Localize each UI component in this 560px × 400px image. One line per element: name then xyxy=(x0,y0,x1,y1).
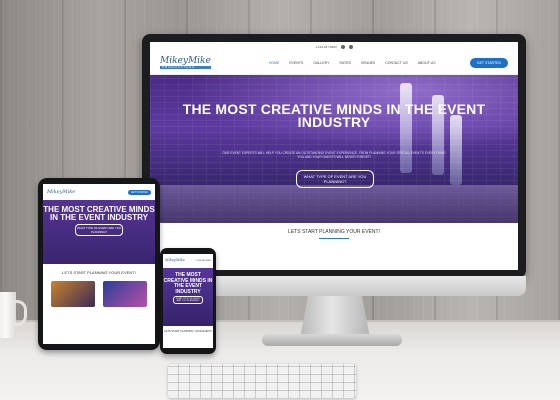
desktop-website: 1-234-567-8900 MikeyMike PRODUCTIONS HOM… xyxy=(150,42,518,270)
monitor-stand-neck xyxy=(300,294,370,338)
nav-item-events[interactable]: EVENTS xyxy=(289,61,303,65)
tablet-event-type-button[interactable]: WHAT TYPE OF EVENT ARE YOU PLANNING? xyxy=(75,224,123,236)
planning-section: LETS START PLANNING YOUR EVENT! xyxy=(150,223,518,239)
nav-item-gallery[interactable]: GALLERY xyxy=(313,61,329,65)
phone-nav: MikeyMike 1-234-567-8900 xyxy=(163,254,213,268)
tablet-website: MikeyMike GET STARTED THE MOST CREATIVE … xyxy=(43,184,155,344)
event-photo[interactable] xyxy=(103,281,147,307)
tablet-hero-title: THE MOST CREATIVE MINDS IN THE EVENT IND… xyxy=(43,205,155,222)
hero-banner: THE MOST CREATIVE MINDS IN THE EVENT IND… xyxy=(150,75,518,223)
phone-hero: THE MOST CREATIVE MINDS IN THE EVENT IND… xyxy=(163,268,213,326)
hero-title: THE MOST CREATIVE MINDS IN THE EVENT IND… xyxy=(182,101,486,130)
hero-subtitle: OUR EVENT EXPERTS WILL HELP YOU CREATE A… xyxy=(222,151,446,159)
tablet-nav: MikeyMike GET STARTED xyxy=(43,184,155,200)
tablet-hero: THE MOST CREATIVE MINDS IN THE EVENT IND… xyxy=(43,200,155,264)
section-heading: LETS START PLANNING YOUR EVENT! xyxy=(288,229,380,235)
nav-item-contact[interactable]: CONTACT US xyxy=(385,61,407,65)
tablet-section-heading: LETS START PLANNING YOUR EVENT! xyxy=(62,270,136,275)
topbar-phone: 1-234-567-8900 xyxy=(315,45,337,49)
desktop-monitor: 1-234-567-8900 MikeyMike PRODUCTIONS HOM… xyxy=(142,34,526,278)
phone-logo-name: MikeyMike xyxy=(165,258,185,263)
phone-topbar-phone: 1-234-567-8900 xyxy=(195,260,211,262)
facebook-icon[interactable] xyxy=(340,45,345,49)
hero-table-scene xyxy=(150,185,518,223)
monitor-stand-base xyxy=(262,334,402,346)
phone-section-heading: LETS START PLANNING YOUR EVENT! xyxy=(164,330,212,333)
phone-logo[interactable]: MikeyMike xyxy=(165,259,185,263)
phone-device: MikeyMike 1-234-567-8900 THE MOST CREATI… xyxy=(160,248,216,354)
event-photo[interactable] xyxy=(51,281,95,307)
phone-hero-title: THE MOST CREATIVE MINDS IN THE EVENT IND… xyxy=(163,272,213,295)
site-logo[interactable]: MikeyMike PRODUCTIONS xyxy=(160,57,211,69)
tablet-logo-name: MikeyMike xyxy=(47,188,76,195)
get-started-button[interactable]: GET STARTED xyxy=(469,58,508,68)
phone-website: MikeyMike 1-234-567-8900 THE MOST CREATI… xyxy=(163,254,213,348)
website-topbar: 1-234-567-8900 xyxy=(150,42,518,52)
tablet-device: MikeyMike GET STARTED THE MOST CREATIVE … xyxy=(38,178,160,350)
instagram-icon[interactable] xyxy=(348,45,353,49)
event-type-button[interactable]: WHAT TYPE OF EVENT ARE YOU PLANNING? xyxy=(296,170,374,188)
nav-menu: HOME EVENTS GALLERY RATES VENUES CONTACT… xyxy=(269,61,436,65)
nav-item-about[interactable]: ABOUT US xyxy=(418,61,436,65)
nav-item-rates[interactable]: RATES xyxy=(339,61,350,65)
section-underline xyxy=(319,238,349,239)
tablet-photo-row xyxy=(43,275,155,307)
keyboard xyxy=(168,364,356,398)
tablet-logo[interactable]: MikeyMike xyxy=(47,188,76,195)
nav-item-venues[interactable]: VENUES xyxy=(361,61,375,65)
phone-event-type-button[interactable]: WHAT TYPE OF EVENT ARE YOU PLANNING? xyxy=(173,296,203,304)
tablet-cta-button[interactable]: GET STARTED xyxy=(127,189,151,195)
logo-tag: PRODUCTIONS xyxy=(160,66,211,69)
website-nav: MikeyMike PRODUCTIONS HOME EVENTS GALLER… xyxy=(150,52,518,75)
nav-item-home[interactable]: HOME xyxy=(269,61,280,65)
